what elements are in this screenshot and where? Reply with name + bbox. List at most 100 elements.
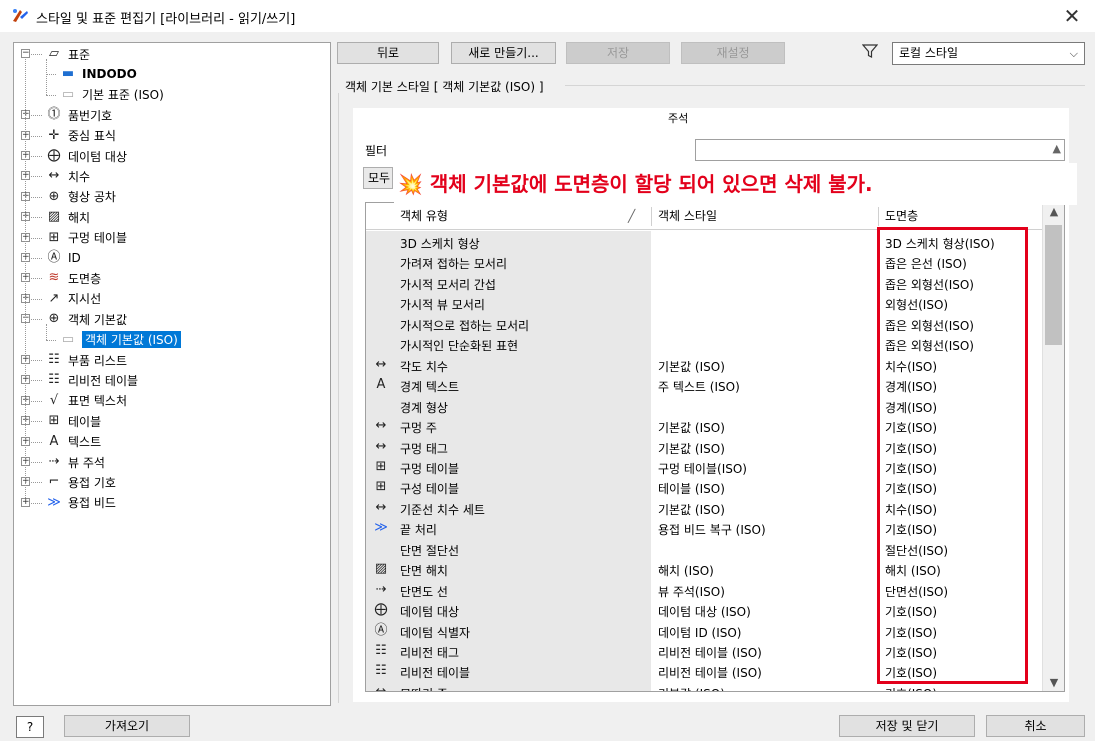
object-style-cell[interactable]: 리비전 테이블 (ISO)	[658, 644, 762, 661]
object-style-cell[interactable]: 기본값 (ISO)	[658, 358, 725, 375]
text-icon: A	[49, 433, 59, 449]
scrollbar-thumb[interactable]	[1045, 225, 1062, 345]
tree-item[interactable]: + √ 표면 텍스처	[21, 391, 127, 411]
style-filter-dropdown[interactable]: 로컬 스타일 ⌵	[892, 42, 1085, 65]
tree-item[interactable]: + A 텍스트	[21, 432, 101, 452]
object-type-cell[interactable]: 끝 처리	[400, 521, 437, 538]
object-style-cell[interactable]: 기본값 (ISO)	[658, 440, 725, 457]
hole-table-icon: ⊞	[375, 458, 387, 474]
object-style-cell[interactable]: 뷰 주석(ISO)	[658, 583, 725, 600]
grid-scrollbar[interactable]: ▲ ▼	[1042, 203, 1064, 691]
object-type-cell[interactable]: 기준선 치수 세트	[400, 501, 485, 518]
object-type-cell[interactable]: 가시적인 단순화된 표현	[400, 337, 518, 354]
object-style-cell[interactable]: 해치 (ISO)	[658, 562, 714, 579]
revision-table-icon: ☷	[375, 663, 387, 679]
object-type-cell[interactable]: 데이텀 식별자	[400, 624, 470, 641]
layer-cell[interactable]: 기호(ISO)	[885, 685, 937, 691]
object-type-cell[interactable]: 가시적 뷰 모서리	[400, 296, 485, 313]
blank-icon	[370, 540, 392, 558]
object-type-cell[interactable]: 구멍 태그	[400, 440, 448, 457]
tree-item[interactable]: ▭ 기본 표준 (ISO)	[46, 85, 164, 105]
column-resize-icon[interactable]: ╱	[628, 203, 635, 230]
tree-item[interactable]: ▭ 객체 기본값 (ISO)	[46, 330, 181, 350]
object-style-cell[interactable]: 테이블 (ISO)	[658, 480, 725, 497]
column-header-style[interactable]: 객체 스타일	[658, 203, 717, 230]
help-button[interactable]: ?	[16, 716, 44, 738]
tree-item[interactable]: + ▨ 해치	[21, 207, 90, 227]
object-type-cell[interactable]: 모따기 주	[400, 685, 448, 691]
tree-item[interactable]: + ≋ 도면층	[21, 268, 101, 288]
tree-item[interactable]: − ⊕ 객체 기본값	[21, 309, 127, 329]
column-header-layer[interactable]: 도면층	[885, 203, 918, 230]
object-style-cell[interactable]: 리비전 테이블 (ISO)	[658, 664, 762, 681]
object-type-cell[interactable]: 경계 텍스트	[400, 378, 459, 395]
object-type-cell[interactable]: 구멍 테이블	[400, 460, 459, 477]
tree-connector	[31, 482, 42, 484]
tree-item[interactable]: + Ⓐ ID	[21, 248, 81, 268]
weld-symbol-icon: ⌐	[48, 474, 60, 490]
object-type-cell[interactable]: 가시적으로 접하는 모서리	[400, 317, 529, 334]
tree-item[interactable]: + ⨁ 데이텀 대상	[21, 146, 127, 166]
column-header-type[interactable]: 객체 유형	[400, 203, 448, 230]
cancel-button[interactable]: 취소	[986, 715, 1085, 737]
object-type-cell[interactable]: 단면 절단선	[400, 542, 459, 559]
object-style-cell[interactable]: 기본값 (ISO)	[658, 419, 725, 436]
object-style-cell[interactable]: 주 텍스트 (ISO)	[658, 378, 740, 395]
tree-item[interactable]: + ✛ 중심 표식	[21, 126, 116, 146]
object-type-cell[interactable]: 구멍 주	[400, 419, 437, 436]
style-tree[interactable]: − ▱ 표준 ▬ INDODO ▭ 기본 표준 (ISO) + ⓵ 품번기호 + ✛ 중심 표식 + ⨁ 데이…	[13, 42, 331, 706]
tree-item[interactable]: + ⊞ 구멍 테이블	[21, 228, 127, 248]
tree-item[interactable]: + ↔ 치수	[21, 166, 90, 186]
scroll-down-icon[interactable]: ▼	[1043, 676, 1064, 689]
object-type-cell[interactable]: 데이텀 대상	[400, 603, 459, 620]
tree-item[interactable]: + ⊞ 테이블	[21, 411, 101, 431]
filter-field[interactable]: ▲	[695, 139, 1065, 161]
save-and-close-button[interactable]: 저장 및 닫기	[839, 715, 975, 737]
object-style-cell[interactable]: 기본값 (ISO)	[658, 501, 725, 518]
dimension-icon: ↔	[375, 499, 387, 515]
tree-item[interactable]: + ↗ 지시선	[21, 289, 101, 309]
object-type-cell[interactable]: 각도 치수	[400, 358, 448, 375]
object-type-cell[interactable]: 가려져 접하는 모서리	[400, 255, 507, 272]
object-style-cell[interactable]: 용접 비드 복구 (ISO)	[658, 521, 766, 538]
back-button[interactable]: 뒤로	[337, 42, 439, 64]
save-button[interactable]: 저장	[566, 42, 670, 64]
reset-button[interactable]: 재설정	[681, 42, 785, 64]
scroll-up-icon[interactable]: ▲	[1043, 205, 1064, 218]
tree-item[interactable]: + ⊕ 형상 공차	[21, 187, 116, 207]
filter-mode-button[interactable]: 모두	[363, 167, 393, 189]
object-style-cell[interactable]: 데이텀 ID (ISO)	[658, 624, 742, 641]
tree-item-label: 리비전 테이블	[68, 373, 139, 388]
scroll-up-icon[interactable]: ▲	[1053, 142, 1061, 155]
tree-item[interactable]: − ▱ 표준	[21, 44, 90, 64]
expand-icon[interactable]: +	[21, 497, 30, 507]
object-type-cell[interactable]: 리비전 태그	[400, 644, 459, 661]
tree-connector	[31, 421, 42, 423]
tree-item[interactable]: + ☷ 리비전 테이블	[21, 370, 139, 390]
tree-item[interactable]: ▬ INDODO	[46, 64, 137, 84]
object-type-cell[interactable]: 단면도 선	[400, 583, 448, 600]
collapse-icon[interactable]: −	[21, 49, 30, 58]
object-type-cell[interactable]: 3D 스케치 형상	[400, 235, 480, 252]
tree-connector	[31, 502, 42, 504]
object-style-cell[interactable]: 구멍 테이블(ISO)	[658, 460, 747, 477]
dimension-icon: ↔	[375, 438, 387, 454]
object-style-cell[interactable]: 데이텀 대상 (ISO)	[658, 603, 751, 620]
new-button[interactable]: 새로 만들기...	[451, 42, 556, 64]
object-type-cell[interactable]: 경계 형상	[400, 399, 448, 416]
object-type-cell[interactable]: 리비전 테이블	[400, 664, 470, 681]
object-type-cell[interactable]: 단면 해치	[400, 562, 448, 579]
tree-item[interactable]: + ≫ 용접 비드	[21, 493, 116, 513]
close-icon[interactable]: ✕	[1059, 3, 1085, 29]
object-style-cell[interactable]: 기본값 (ISO)	[658, 685, 725, 691]
tree-item[interactable]: + ⌐ 용접 기호	[21, 472, 116, 492]
section-title: 객체 기본 스타일 [ 객체 기본값 (ISO) ]	[345, 80, 544, 94]
tree-item[interactable]: + ☷ 부품 리스트	[21, 350, 127, 370]
tree-item[interactable]: + ⓵ 품번기호	[21, 105, 112, 125]
tree-item-label: INDODO	[82, 67, 137, 82]
tree-item-label: 형상 공차	[68, 190, 116, 205]
import-button[interactable]: 가져오기	[64, 715, 190, 737]
tree-item[interactable]: + ⇢ 뷰 주석	[21, 452, 105, 472]
object-type-cell[interactable]: 구성 테이블	[400, 480, 459, 497]
object-type-cell[interactable]: 가시적 모서리 간섭	[400, 276, 496, 293]
